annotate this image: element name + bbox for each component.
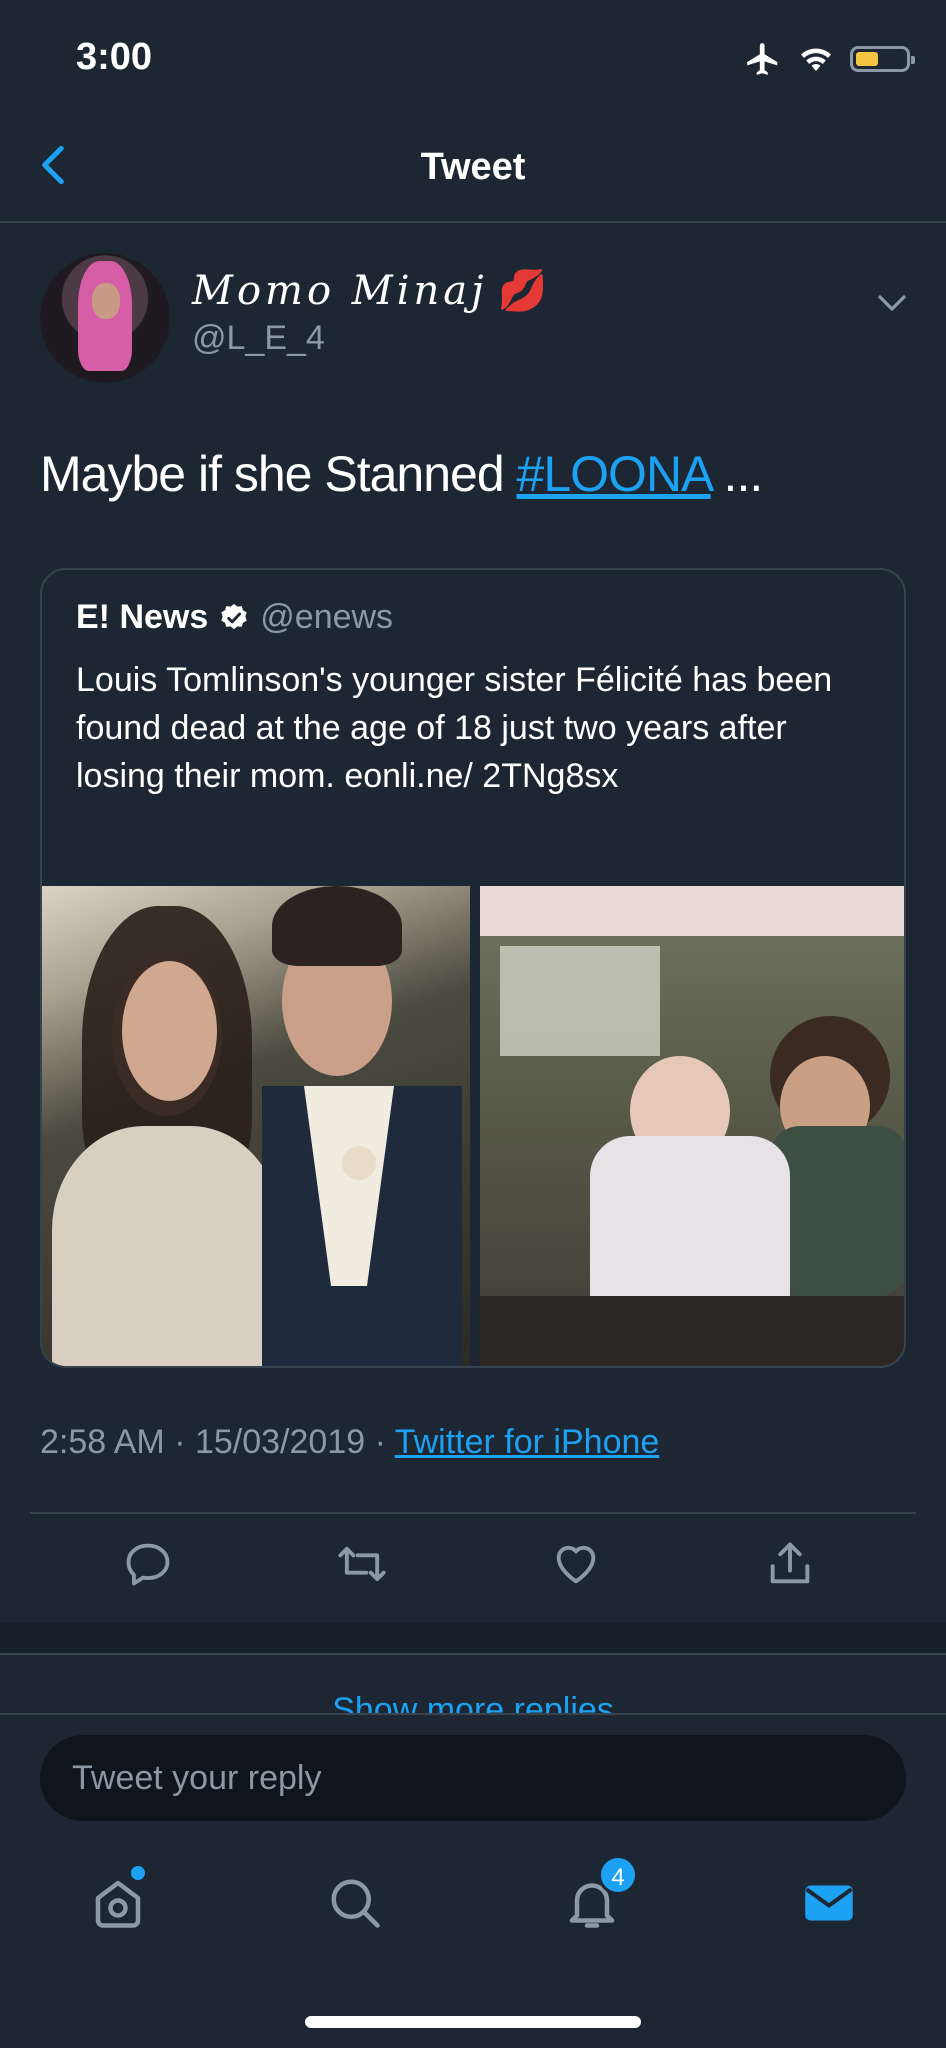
nav-bar: Tweet — [0, 110, 946, 223]
show-more-replies[interactable]: Show more replies — [0, 1653, 946, 1713]
verified-icon — [221, 603, 247, 629]
tweet-timestamp: 2:58 AM · 15/03/2019 · — [40, 1423, 395, 1461]
share-icon[interactable] — [764, 1538, 816, 1590]
search-icon[interactable] — [325, 1873, 385, 1933]
user-name-text: Momo Minaj — [192, 268, 488, 314]
quote-photo-left[interactable] — [42, 886, 470, 1366]
home-icon[interactable] — [88, 1873, 148, 1933]
show-more-replies-label: Show more replies — [332, 1691, 614, 1713]
divider — [30, 1512, 916, 1514]
retweet-icon[interactable] — [336, 1538, 388, 1590]
wifi-icon — [801, 48, 831, 71]
user-handle[interactable]: @L_E_4 — [192, 319, 325, 358]
like-icon[interactable] — [550, 1538, 602, 1590]
tweet-actions — [0, 1538, 946, 1618]
user-name[interactable]: Momo Minaj 💋 — [192, 267, 551, 314]
tweet-meta: 2:58 AM · 15/03/2019 · Twitter for iPhon… — [40, 1423, 659, 1462]
kiss-emoji: 💋 — [497, 268, 552, 314]
page-title: Tweet — [420, 146, 526, 188]
tweet-text: Maybe if she Stanned #LOONA ... — [40, 445, 764, 503]
tweet-detail: Momo Minaj 💋 @L_E_4 Maybe if she Stanned … — [0, 223, 946, 1623]
quote-user-name: E! News — [76, 598, 209, 636]
battery-icon — [850, 46, 915, 72]
quote-photo-right[interactable] — [480, 886, 904, 1366]
section-gap — [0, 1623, 946, 1653]
messages-icon[interactable] — [799, 1873, 859, 1933]
tweet-text-before: Maybe if she Stanned — [40, 446, 517, 502]
status-time: 3:00 — [76, 36, 153, 78]
status-bar: 3:00 — [0, 0, 946, 110]
quote-text: Louis Tomlinson's younger sister Félicit… — [76, 661, 833, 795]
reply-icon[interactable] — [122, 1538, 174, 1590]
home-indicator — [305, 2016, 641, 2028]
quote-handle: @enews — [260, 598, 394, 636]
quote-header: E! News @enews — [76, 598, 393, 637]
airplane-icon — [747, 43, 778, 75]
tweet-text-after: ... — [710, 446, 764, 502]
quoted-tweet[interactable]: E! News @enews Louis Tomlinson's younger… — [40, 568, 906, 1368]
source-link[interactable]: Twitter for iPhone — [395, 1423, 660, 1461]
hashtag-link[interactable]: #LOONA — [517, 446, 712, 502]
avatar[interactable] — [40, 253, 170, 383]
home-unread-dot — [131, 1866, 145, 1880]
status-icons — [744, 40, 915, 78]
notification-badge: 4 — [598, 1855, 638, 1895]
bottom-bar: 4 — [0, 1713, 946, 2048]
reply-input[interactable] — [40, 1735, 906, 1821]
chevron-down-icon[interactable] — [874, 285, 910, 321]
